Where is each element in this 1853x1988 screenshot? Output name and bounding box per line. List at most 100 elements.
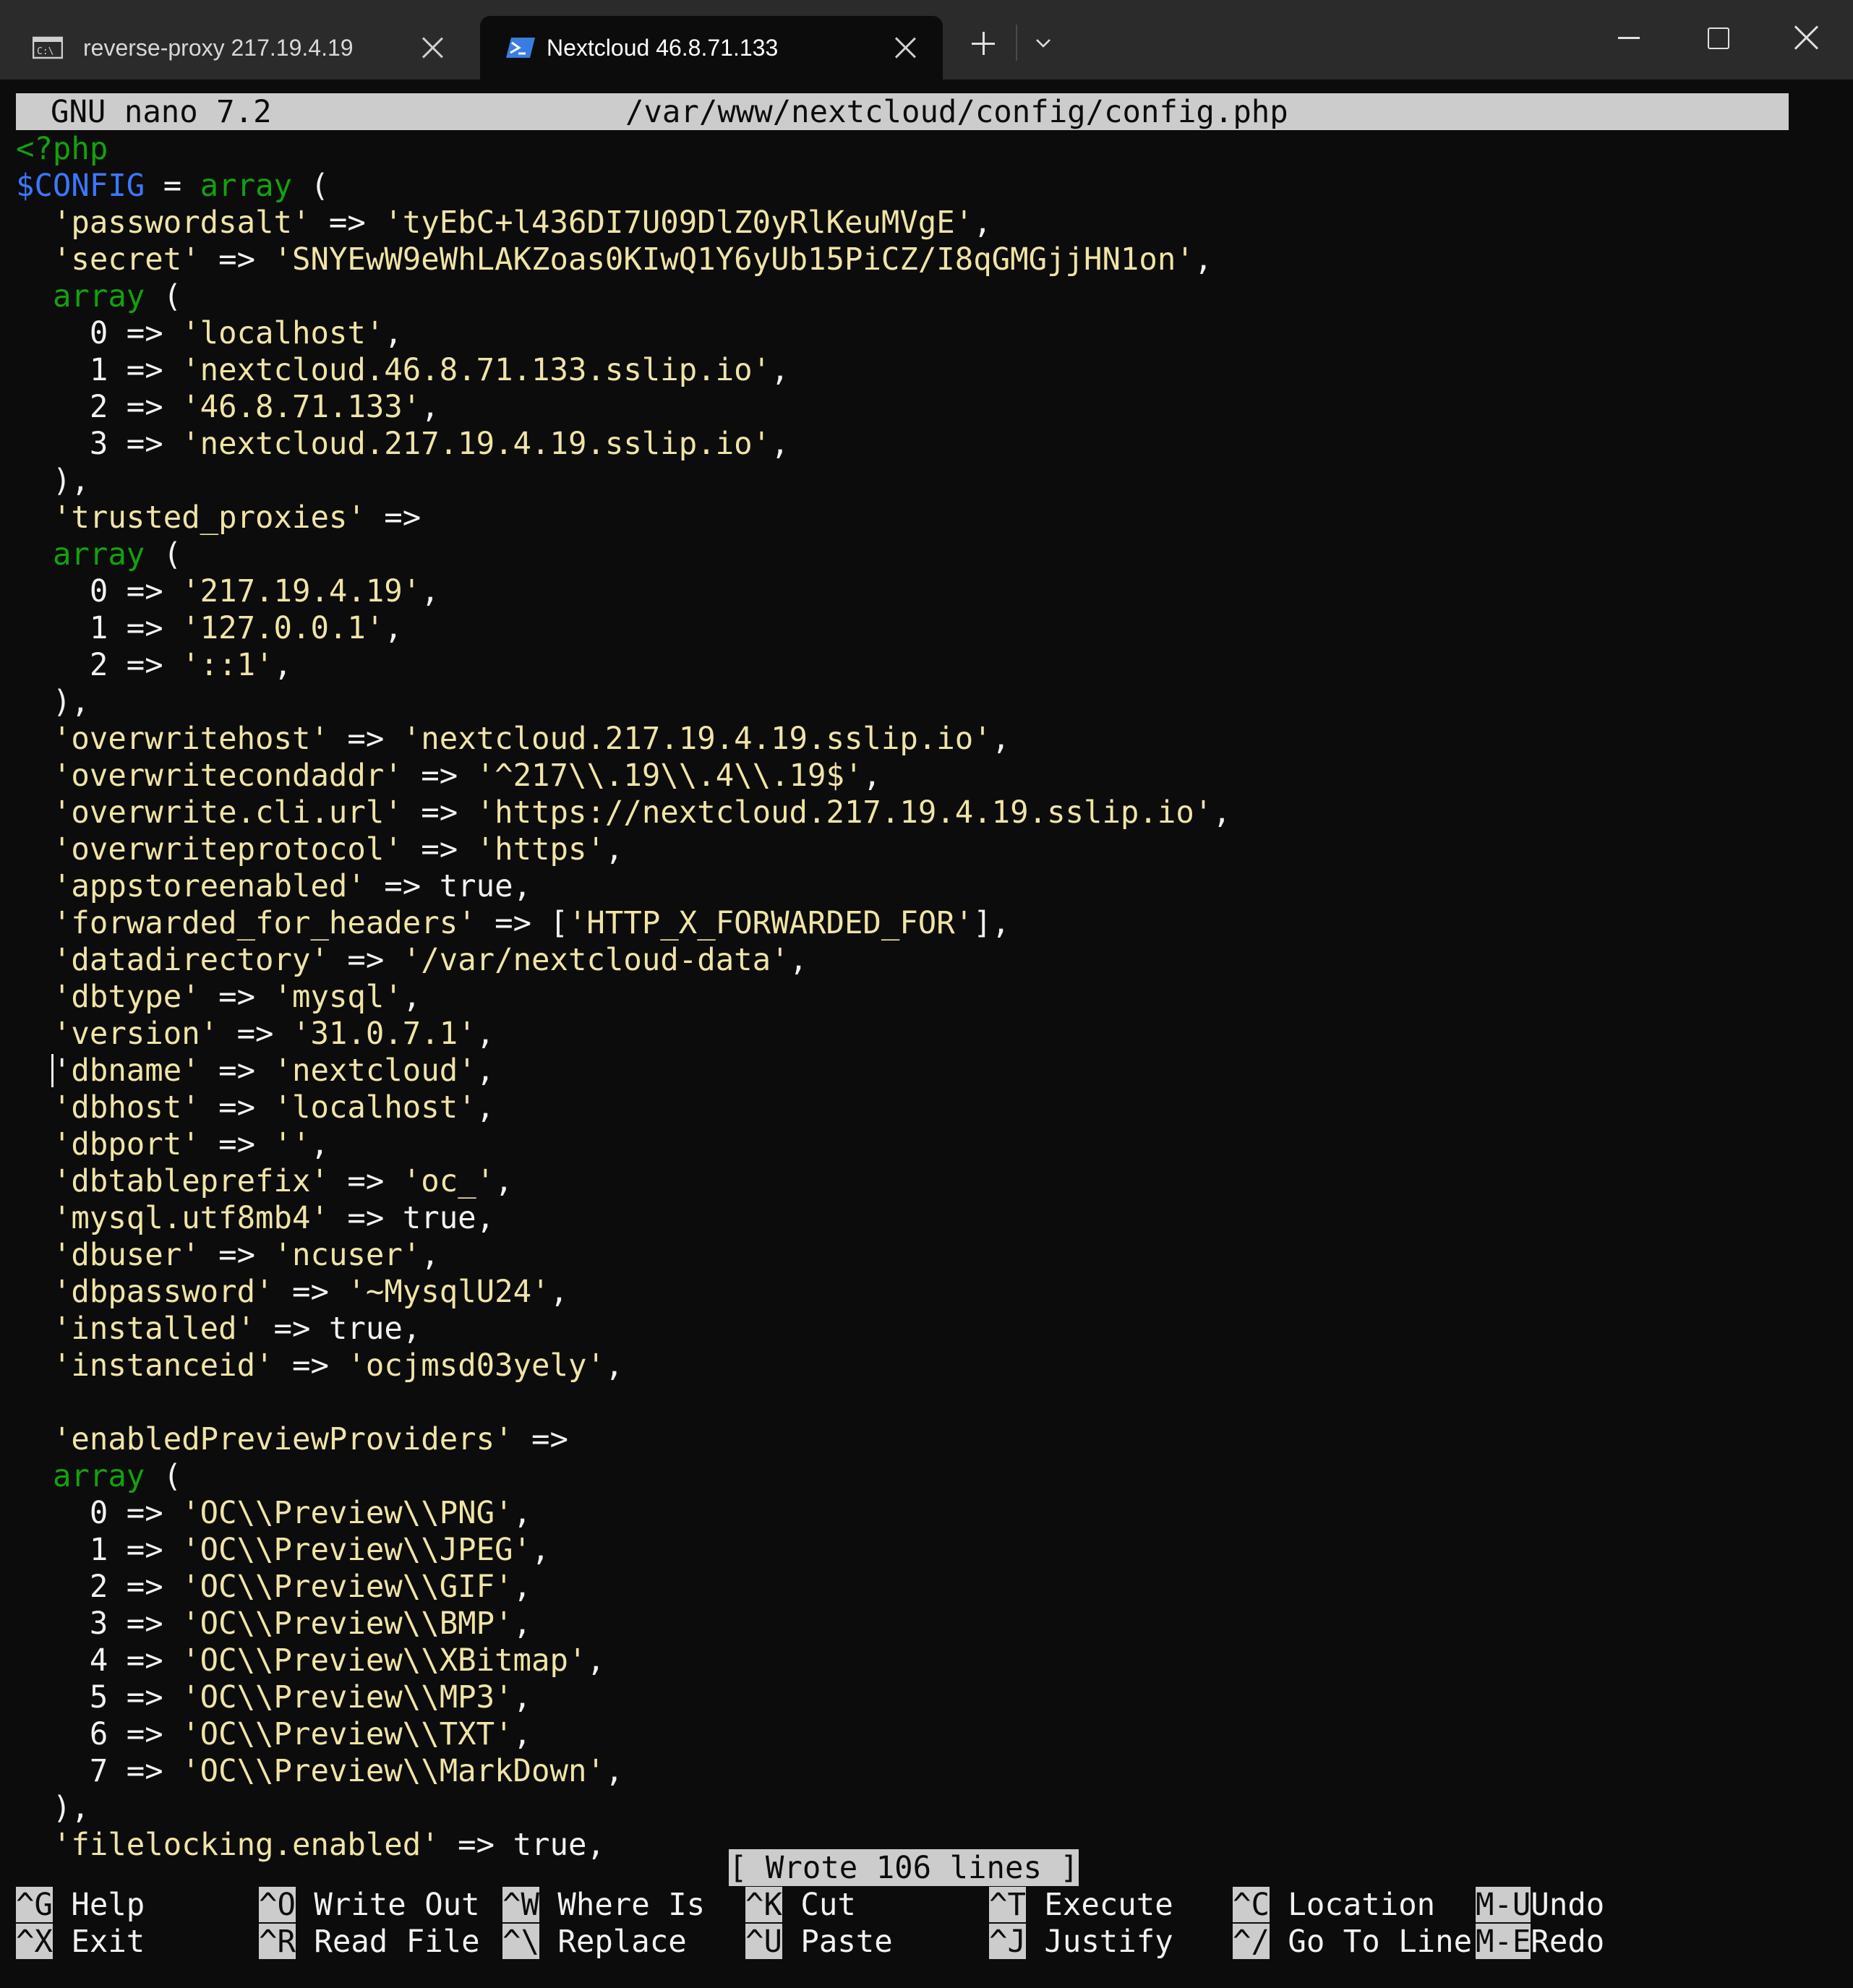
code-token: , [421,573,440,609]
code-line: 'secret' => 'SNYEwW9eWhLAKZoas0KIwQ1Y6yU… [16,241,1231,278]
shortcut-location[interactable]: ^C Location [1233,1886,1435,1923]
shortcut-replace[interactable]: ^\ Replace [502,1923,687,1960]
code-line: 3 => 'nextcloud.217.19.4.19.sslip.io', [16,425,1231,462]
code-token: , [991,721,1011,756]
maximize-button[interactable] [1702,22,1734,53]
shortcut-key: ^U [745,1924,782,1959]
code-token: 'secret' [52,241,200,277]
code-token: ), [16,463,90,498]
code-token: => [200,979,274,1014]
shortcut-exit[interactable]: ^X Exit [16,1923,145,1960]
shortcut-go-to-line[interactable]: ^/ Go To Line [1233,1923,1472,1960]
code-token: 'passwordsalt' [52,205,311,240]
shortcut-help[interactable]: ^G Help [16,1886,145,1923]
terminal-pane[interactable]: GNU nano 7.2 /var/www/nextcloud/config/c… [0,80,1853,1988]
chevron-down-icon[interactable] [1030,30,1056,56]
shortcut-label: Exit [71,1924,145,1959]
tab-close-button[interactable] [421,36,444,59]
code-line: 'dbtableprefix' => 'oc_', [16,1162,1231,1199]
code-line: 3 => 'OC\\Preview\\BMP', [16,1605,1231,1642]
code-token: 'tyEbC+l436DI7U09DlZ0yRlKeuMVgE' [384,205,974,240]
shortcut-where-is[interactable]: ^W Where Is [502,1886,705,1923]
shortcut-write-out[interactable]: ^O Write Out [259,1886,480,1923]
code-token: 1 => [16,610,182,646]
editor-content[interactable]: <?php $CONFIG = array ( 'passwordsalt' =>… [16,130,1231,1863]
shortcut-paste[interactable]: ^U Paste [745,1923,893,1960]
shortcut-label: Where Is [557,1887,706,1922]
code-token: => [365,500,421,535]
shortcut-key: ^C [1233,1887,1270,1922]
code-token: , [310,1126,329,1162]
code-token: 'dbtableprefix' [52,1163,329,1199]
shortcut-execute[interactable]: ^T Execute [989,1886,1173,1923]
code-token: , [384,610,403,646]
code-token: $CONFIG [16,168,145,203]
code-token: 'filelocking.enabled' [52,1827,440,1862]
cmd-icon: C:\ [32,36,64,59]
code-token: , [604,1348,624,1383]
code-token: 'OC\\Preview\\TXT' [181,1716,513,1752]
shortcut-read-file[interactable]: ^R Read File [259,1923,480,1960]
code-token: 4 => [16,1642,182,1678]
code-token: , [513,1495,532,1530]
code-token: 'OC\\Preview\\PNG' [181,1495,513,1530]
shortcut-key: ^G [16,1887,53,1922]
code-line: 'version' => '31.0.7.1', [16,1015,1231,1052]
shortcut-cut[interactable]: ^K Cut [745,1886,856,1923]
shortcut-redo[interactable]: M-ERedo [1476,1923,1604,1960]
minimize-button[interactable] [1614,22,1646,53]
code-token: 'OC\\Preview\\JPEG' [181,1532,532,1567]
shortcut-label: Read File [314,1924,480,1959]
code-token: array [200,168,292,203]
code-token: 'dbuser' [52,1237,200,1272]
shortcut-undo[interactable]: M-UUndo [1476,1886,1604,1923]
code-line: 1 => 'OC\\Preview\\JPEG', [16,1531,1231,1568]
tab-reverse-proxy[interactable]: C:\ reverse-proxy 217.19.4.19 [7,16,470,80]
code-token: 0 => [16,1495,182,1530]
shortcut-label: Location [1288,1887,1436,1922]
code-token: 7 => [16,1753,182,1788]
code-token: 'appstoreenabled' [52,868,366,904]
shortcut-label: Paste [800,1924,893,1959]
file-path: /var/www/nextcloud/config/config.php [625,94,1288,129]
code-line: 'forwarded_for_headers' => ['HTTP_X_FORW… [16,904,1231,941]
code-token: , [421,1237,440,1272]
shortcut-label: Go To Line [1288,1924,1473,1959]
code-line: 'overwrite.cli.url' => 'https://nextclou… [16,794,1231,831]
tab-nextcloud[interactable]: Nextcloud 46.8.71.133 [480,16,943,80]
tab-close-button[interactable] [894,36,917,59]
code-line: 1 => '127.0.0.1', [16,609,1231,646]
new-tab-plus-icon[interactable] [969,29,998,58]
code-line: 'datadirectory' => '/var/nextcloud-data'… [16,941,1231,978]
code-token: 'dbhost' [52,1089,200,1125]
code-token: 'trusted_proxies' [52,500,366,535]
code-token: 'forwarded_for_headers' [52,905,476,941]
code-token: 'overwrite.cli.url' [52,794,403,830]
shortcut-key: M-U [1476,1887,1531,1922]
code-token: , [1194,241,1213,277]
code-line: array ( [16,1457,1231,1494]
shortcut-justify[interactable]: ^J Justify [989,1923,1173,1960]
code-token: 'overwritehost' [52,721,329,756]
code-line: 'enabledPreviewProviders' => [16,1421,1231,1457]
code-token: 'version' [52,1016,219,1051]
code-token: => [200,1053,274,1088]
code-line: 'dbname' => 'nextcloud', [16,1052,1231,1089]
code-token: => [200,1126,274,1162]
code-token: 'OC\\Preview\\GIF' [181,1569,513,1604]
code-token: => true, [328,1200,495,1235]
code-line: 'mysql.utf8mb4' => true, [16,1199,1231,1236]
code-line: 0 => 'localhost', [16,314,1231,351]
code-token: '46.8.71.133' [181,389,421,424]
code-line: 2 => 'OC\\Preview\\GIF', [16,1568,1231,1605]
code-line: ), [16,1789,1231,1826]
shortcut-key: ^O [259,1887,296,1922]
code-token: 'localhost' [181,315,385,351]
window-close-button[interactable] [1790,22,1822,53]
code-token: => [402,758,476,793]
